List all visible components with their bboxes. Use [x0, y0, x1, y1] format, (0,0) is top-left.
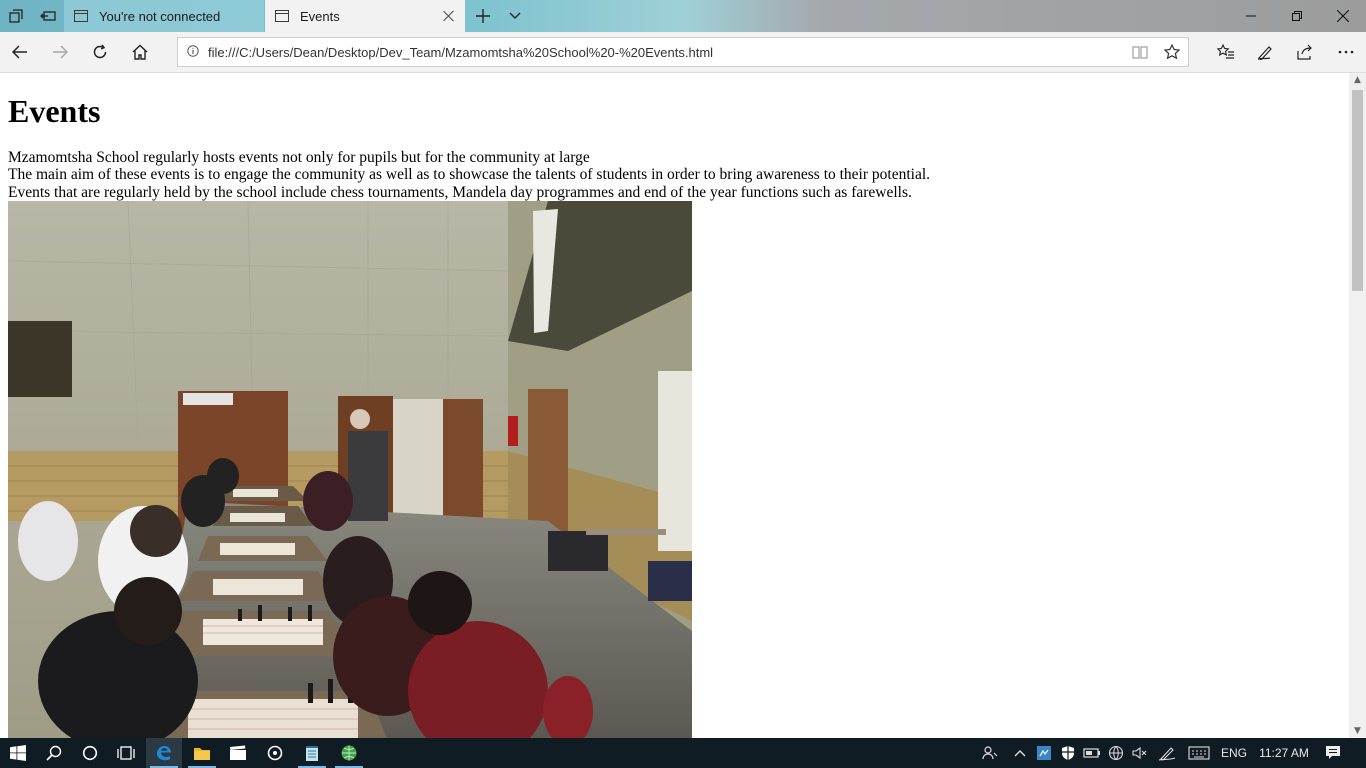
refresh-icon — [93, 44, 107, 59]
home-icon — [132, 44, 148, 60]
page-viewport: Events Mzamomtsha School regularly hosts… — [0, 73, 1349, 738]
notepad-icon — [306, 745, 318, 761]
action-center-icon[interactable] — [1320, 738, 1346, 768]
scroll-up-arrow-icon[interactable]: ▲ — [1349, 73, 1366, 87]
start-button[interactable] — [0, 738, 36, 768]
clock-time[interactable]: 11:27 AM — [1254, 738, 1314, 768]
restore-button[interactable] — [1274, 0, 1320, 32]
film-clapper-icon — [230, 745, 246, 760]
forward-button[interactable] — [40, 32, 80, 72]
windows-ink-icon[interactable] — [1156, 738, 1178, 768]
close-tab-icon[interactable] — [441, 8, 457, 24]
battery-icon[interactable] — [1082, 738, 1102, 768]
events-list-paragraph: Events that are regularly held by the sc… — [8, 184, 912, 201]
people-icon[interactable] — [978, 738, 1002, 768]
search-button[interactable] — [36, 738, 72, 768]
page-title: Events — [8, 93, 101, 129]
notepad-button[interactable] — [294, 738, 330, 768]
media-player-button[interactable] — [257, 738, 293, 768]
search-icon — [46, 745, 62, 761]
more-options-button[interactable] — [1326, 32, 1366, 72]
tab-not-connected[interactable]: You're not connected — [64, 0, 264, 32]
web-notes-button[interactable] — [1246, 32, 1286, 72]
title-bar: You're not connected Events — [0, 0, 1366, 32]
folder-icon — [194, 748, 210, 760]
favorites-list-icon — [1217, 44, 1234, 59]
tab-preview-button[interactable] — [500, 0, 530, 32]
volume-muted-icon[interactable] — [1130, 738, 1150, 768]
minimize-icon — [1246, 15, 1256, 17]
defender-shield-icon[interactable] — [1058, 738, 1078, 768]
chevron-down-icon — [509, 12, 521, 19]
share-button[interactable] — [1286, 32, 1326, 72]
new-tab-button[interactable] — [468, 0, 498, 32]
cortana-circle-icon — [82, 745, 98, 761]
intro-paragraph: Mzamomtsha School regularly hosts events… — [8, 149, 590, 166]
scroll-thumb[interactable] — [1352, 90, 1363, 291]
task-view-button[interactable] — [108, 738, 144, 768]
windows-taskbar: ENG 11:27 AM — [0, 738, 1366, 768]
windows-logo-icon — [10, 745, 26, 761]
page-icon — [74, 10, 88, 22]
globe-app-button[interactable] — [331, 738, 367, 768]
close-icon — [1337, 10, 1349, 22]
edge-browser-icon — [157, 746, 171, 761]
edge-taskbar-button[interactable] — [146, 738, 182, 768]
back-arrow-icon — [12, 45, 27, 59]
navigation-toolbar: file:///C:/Users/Dean/Desktop/Dev_Team/M… — [0, 32, 1366, 73]
close-window-button[interactable] — [1320, 0, 1366, 32]
chess-tournament-photo — [8, 201, 692, 738]
cortana-button[interactable] — [72, 738, 108, 768]
vertical-scrollbar[interactable]: ▲ ▼ — [1349, 73, 1366, 738]
favorite-star-icon[interactable] — [1156, 38, 1188, 66]
network-app-icon[interactable] — [1034, 738, 1054, 768]
globe-app-icon — [341, 745, 357, 761]
media-disc-icon — [267, 745, 283, 761]
more-dots-icon — [1338, 50, 1354, 54]
favorites-hub-button[interactable] — [1206, 32, 1246, 72]
movies-tv-button[interactable] — [220, 738, 256, 768]
task-view-icon — [117, 746, 135, 760]
page-icon — [275, 10, 289, 22]
language-indicator[interactable]: ENG — [1216, 738, 1252, 768]
address-text[interactable]: file:///C:/Users/Dean/Desktop/Dev_Team/M… — [208, 45, 1124, 60]
tab-events[interactable]: Events — [265, 0, 465, 32]
forward-arrow-icon — [53, 45, 68, 59]
scroll-down-arrow-icon[interactable]: ▼ — [1349, 724, 1366, 738]
refresh-button[interactable] — [80, 32, 120, 72]
plus-icon — [476, 9, 490, 23]
touch-keyboard-icon[interactable] — [1186, 738, 1212, 768]
back-button[interactable] — [0, 32, 40, 72]
show-hidden-icons-icon[interactable] — [1010, 738, 1030, 768]
file-explorer-button[interactable] — [184, 738, 220, 768]
restore-icon — [1292, 11, 1302, 21]
tab-sets-icon[interactable] — [0, 0, 32, 32]
info-icon[interactable] — [178, 44, 208, 60]
aim-paragraph: The main aim of these events is to engag… — [8, 166, 931, 183]
network-globe-icon[interactable] — [1106, 738, 1126, 768]
home-button[interactable] — [120, 32, 160, 72]
reading-view-icon[interactable] — [1124, 38, 1156, 66]
share-icon — [1297, 44, 1312, 60]
set-aside-tabs-icon[interactable] — [32, 0, 64, 32]
minimize-button[interactable] — [1228, 0, 1274, 32]
tab-label: You're not connected — [99, 8, 221, 24]
tab-label: Events — [300, 8, 340, 24]
address-bar[interactable]: file:///C:/Users/Dean/Desktop/Dev_Team/M… — [177, 37, 1189, 67]
pen-icon — [1257, 46, 1272, 60]
